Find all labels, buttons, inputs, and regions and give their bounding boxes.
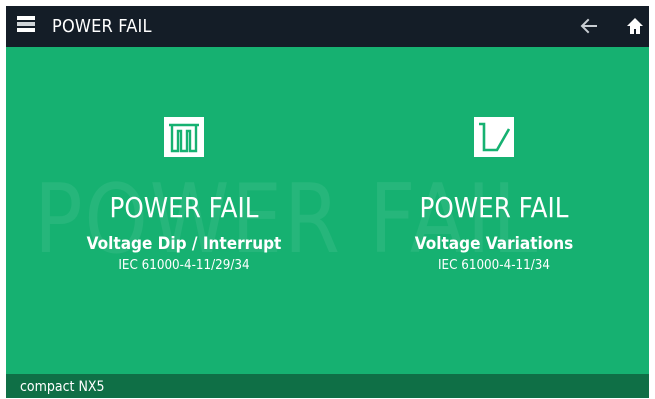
menu-icon[interactable] [17,16,35,34]
panel-standard: IEC 61000-4-11/29/34 [118,258,250,273]
home-icon[interactable] [626,16,644,36]
app-window: POWER FAIL POWER FAIL POWER FAIL Voltage… [6,6,649,398]
status-bar: compact NX5 [6,374,649,398]
voltage-variations-tile[interactable]: POWER FAIL Voltage Variations IEC 61000-… [364,117,624,274]
back-arrow-icon[interactable] [580,16,598,36]
panel-heading: POWER FAIL [109,191,259,224]
panel-subtitle: Voltage Variations [414,234,574,254]
main-content: POWER FAIL POWER FAIL Voltage Dip / Inte… [6,47,649,374]
panel-heading: POWER FAIL [419,191,569,224]
title-bar: POWER FAIL [6,6,649,47]
panel-subtitle: Voltage Dip / Interrupt [86,234,282,254]
panel-standard: IEC 61000-4-11/34 [437,258,550,273]
device-name: compact NX5 [20,379,105,395]
page-title: POWER FAIL [52,16,152,37]
voltage-variation-icon [474,117,514,157]
interrupt-waveform-icon [164,117,204,157]
voltage-dip-interrupt-tile[interactable]: POWER FAIL Voltage Dip / Interrupt IEC 6… [54,117,314,274]
